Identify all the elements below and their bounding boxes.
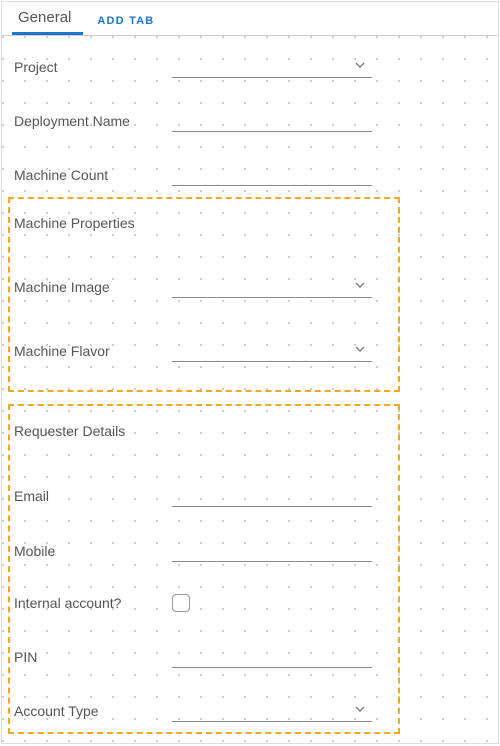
label-machine-flavor: Machine Flavor: [12, 343, 172, 359]
label-mobile: Mobile: [12, 543, 172, 559]
add-tab-button[interactable]: ADD TAB: [83, 5, 164, 35]
label-email: Email: [12, 488, 172, 504]
field-email[interactable]: Email: [12, 481, 372, 511]
input-machine-image[interactable]: [172, 276, 372, 298]
label-deployment-name: Deployment Name: [12, 113, 172, 129]
input-pin[interactable]: [172, 646, 372, 668]
field-machine-count[interactable]: Machine Count: [12, 160, 372, 190]
input-project[interactable]: [172, 56, 372, 78]
label-internal-account: Internal account?: [12, 595, 172, 611]
tab-general[interactable]: General: [12, 1, 83, 35]
field-internal-account[interactable]: Internal account?: [12, 588, 190, 618]
input-account-type[interactable]: [172, 700, 372, 722]
field-pin[interactable]: PIN: [12, 642, 372, 672]
form-canvas[interactable]: Project Deployment Name Machine Count Ma…: [2, 36, 498, 743]
input-mobile[interactable]: [172, 540, 372, 562]
input-deployment-name[interactable]: [172, 110, 372, 132]
label-account-type: Account Type: [12, 703, 172, 719]
field-project[interactable]: Project: [12, 52, 372, 82]
form-designer-panel: General ADD TAB Project Deployment Name …: [1, 1, 499, 744]
label-project: Project: [12, 59, 172, 75]
field-machine-flavor[interactable]: Machine Flavor: [12, 336, 372, 366]
input-email[interactable]: [172, 485, 372, 507]
label-machine-properties: Machine Properties: [12, 215, 172, 231]
field-requester-details[interactable]: Requester Details: [12, 416, 172, 446]
group-requester: [8, 404, 400, 734]
field-machine-image[interactable]: Machine Image: [12, 272, 372, 302]
field-account-type[interactable]: Account Type: [12, 696, 372, 726]
label-pin: PIN: [12, 649, 172, 665]
tab-bar: General ADD TAB: [2, 2, 498, 36]
input-machine-flavor[interactable]: [172, 340, 372, 362]
label-machine-image: Machine Image: [12, 279, 172, 295]
field-deployment-name[interactable]: Deployment Name: [12, 106, 372, 136]
label-requester-details: Requester Details: [12, 423, 172, 439]
field-machine-properties[interactable]: Machine Properties: [12, 208, 172, 238]
field-mobile[interactable]: Mobile: [12, 536, 372, 566]
checkbox-internal-account[interactable]: [172, 594, 190, 612]
input-machine-count[interactable]: [172, 164, 372, 186]
label-machine-count: Machine Count: [12, 167, 172, 183]
